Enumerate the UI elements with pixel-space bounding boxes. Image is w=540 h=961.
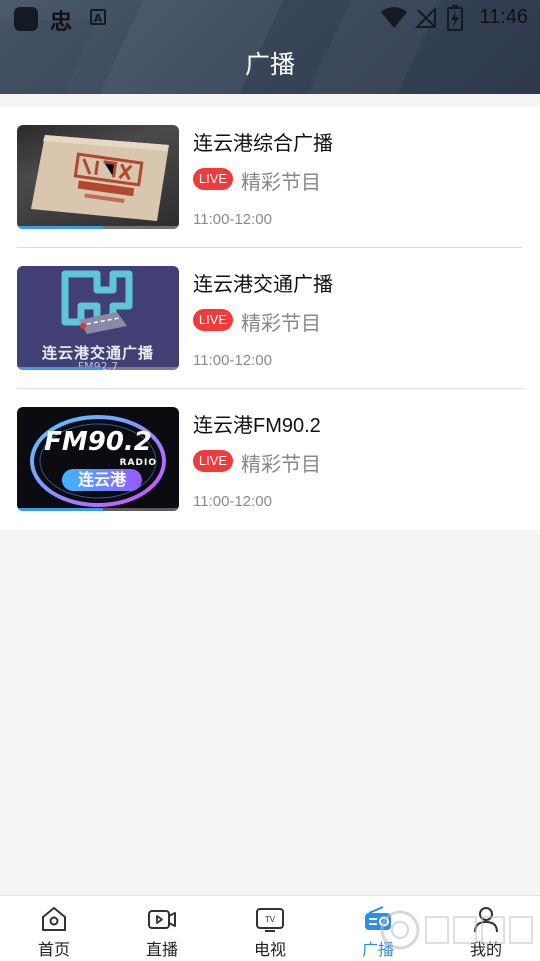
nav-home[interactable]: 首页 xyxy=(0,896,108,961)
progress-bar xyxy=(17,367,103,370)
program-time: 11:00-12:00 xyxy=(193,352,272,369)
status-bar: 忠 A 11:46 xyxy=(0,0,540,36)
radio-title: 连云港交通广播 xyxy=(193,274,333,296)
radio-item-jiaotong[interactable]: 连云港交通广播 FM92.7 连云港交通广播 LIVE 精彩节目 11:00-1… xyxy=(0,248,540,389)
program-time: 11:00-12:00 xyxy=(193,493,272,510)
radio-thumbnail: 连云港交通广播 FM92.7 xyxy=(17,266,179,370)
watermark-logo xyxy=(380,910,533,950)
a-badge-icon: A xyxy=(90,9,106,25)
logo-city: 连云港 xyxy=(62,469,142,491)
radio-item-fm902[interactable]: FM90.2 RADIO 连云港 连云港FM90.2 LIVE 精彩节目 11:… xyxy=(0,389,540,530)
app-notification-icon xyxy=(14,7,38,31)
logo-fm: FM90.2 xyxy=(44,427,152,457)
wifi-icon xyxy=(381,7,407,28)
live-badge: LIVE xyxy=(193,450,233,472)
program-name: 精彩节目 xyxy=(241,172,321,194)
progress-bar xyxy=(17,508,103,511)
live-badge: LIVE xyxy=(193,309,233,331)
clock: 11:46 xyxy=(479,6,528,28)
svg-text:TV: TV xyxy=(265,915,276,924)
tv-icon: TV xyxy=(256,908,284,932)
battery-charging-icon xyxy=(447,5,463,31)
radio-title: 连云港FM90.2 xyxy=(193,415,321,437)
radio-item-zonghe[interactable]: 连云港综合广播 LIVE 精彩节目 11:00-12:00 xyxy=(0,107,540,248)
progress-bar xyxy=(17,226,103,229)
program-name: 精彩节目 xyxy=(241,313,321,335)
program-name: 精彩节目 xyxy=(241,454,321,476)
card-logo-image xyxy=(31,135,169,221)
nav-label: 电视 xyxy=(253,942,286,959)
nav-label: 直播 xyxy=(145,942,178,959)
app-logo-notification-icon: 忠 xyxy=(50,10,73,35)
radio-title: 连云港综合广播 xyxy=(193,133,333,155)
live-badge: LIVE xyxy=(193,168,233,190)
radio-thumbnail xyxy=(17,125,179,229)
nav-label: 首页 xyxy=(37,942,70,959)
nav-live[interactable]: 直播 xyxy=(108,896,216,961)
logo-radio: RADIO xyxy=(119,458,157,468)
page-title: 广播 xyxy=(244,51,295,79)
program-time: 11:00-12:00 xyxy=(193,211,272,228)
home-icon xyxy=(42,907,66,931)
radio-list: 连云港综合广播 LIVE 精彩节目 11:00-12:00 连云港交通广播 FM… xyxy=(0,107,540,530)
app-header: 忠 A 11:46 广播 xyxy=(0,0,540,94)
no-signal-icon xyxy=(414,6,436,28)
nav-tv[interactable]: TV 电视 xyxy=(216,896,324,961)
radio-thumbnail: FM90.2 RADIO 连云港 xyxy=(17,407,179,511)
live-video-icon xyxy=(148,910,176,929)
